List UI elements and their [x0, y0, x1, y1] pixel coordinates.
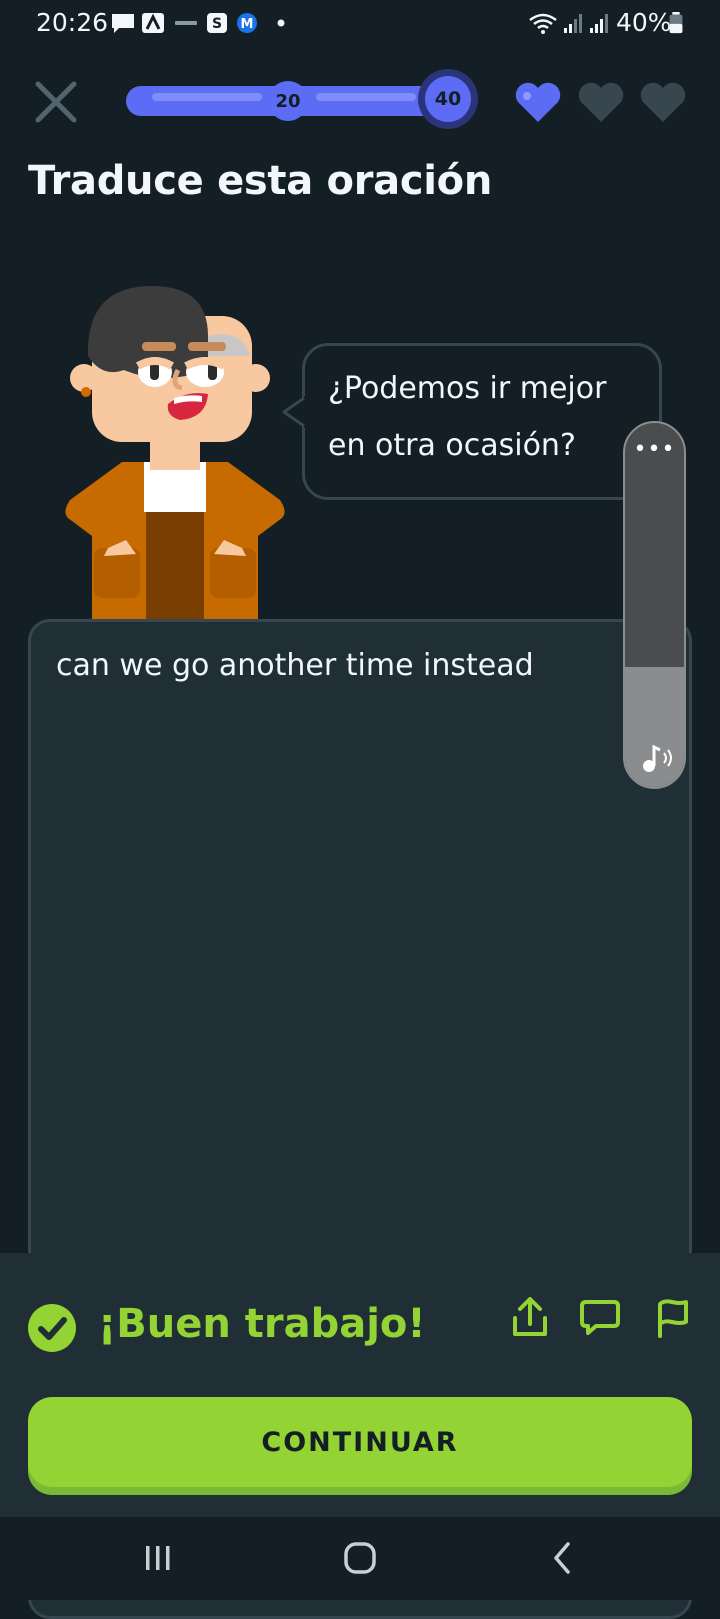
progress-bar-highlight — [316, 93, 416, 101]
nav-back-icon[interactable] — [538, 1538, 586, 1578]
prompt-line-1: ¿Podemos ir mejor — [328, 371, 607, 406]
signal-icon — [590, 14, 608, 33]
share-icon[interactable] — [510, 1296, 550, 1338]
continue-button[interactable]: CONTINUAR — [28, 1397, 692, 1487]
nav-recent-icon[interactable] — [134, 1538, 182, 1578]
music-note-icon — [643, 744, 672, 772]
message-notification-icon — [112, 14, 134, 33]
battery-icon — [669, 12, 683, 34]
heart-icon — [515, 82, 561, 122]
heart-icon — [640, 82, 686, 122]
nav-home-icon[interactable] — [336, 1538, 384, 1578]
battery-percentage: 40% — [616, 8, 672, 37]
close-icon[interactable] — [30, 76, 82, 128]
volume-more-button[interactable]: ••• — [625, 437, 684, 462]
app-notification-icon — [142, 13, 164, 33]
prompt-sentence[interactable]: ¿Podemos ir mejor en otra ocasión? — [328, 360, 658, 474]
svg-text:M: M — [241, 17, 254, 32]
exercise-title: Traduce esta oración — [28, 158, 493, 204]
wifi-icon — [529, 13, 557, 34]
check-circle-icon — [28, 1304, 76, 1352]
signal-icon — [564, 14, 582, 33]
app-notification-icon: M — [237, 13, 257, 33]
app-notification-icon: S — [207, 13, 227, 33]
volume-slider[interactable]: ••• — [623, 421, 686, 789]
progress-milestone-20: 20 — [268, 81, 308, 121]
comment-icon[interactable] — [580, 1296, 620, 1338]
status-time: 20:26 — [36, 8, 109, 37]
dot-icon — [277, 19, 285, 27]
character-illustration — [65, 286, 285, 620]
flag-icon[interactable] — [650, 1296, 690, 1338]
answer-text: can we go another time instead — [56, 648, 534, 683]
heart-icon — [578, 82, 624, 122]
prompt-line-2: en otra ocasión? — [328, 428, 576, 463]
progress-milestone-40: 40 — [425, 76, 471, 122]
feedback-message: ¡Buen trabajo! — [98, 1301, 426, 1347]
svg-text:S: S — [212, 16, 222, 32]
progress-bar-highlight — [152, 93, 262, 101]
speech-bubble-tail — [282, 396, 305, 428]
app-notification-icon — [175, 21, 197, 25]
